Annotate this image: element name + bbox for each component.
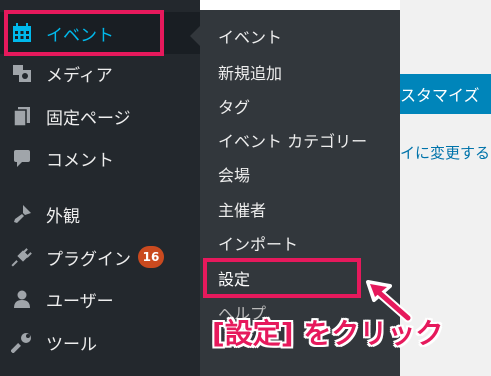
settings-highlight-box bbox=[203, 258, 361, 298]
update-count-badge: 16 bbox=[138, 246, 164, 268]
sidebar-item-tools[interactable]: ツール bbox=[0, 321, 200, 363]
submenu-item-organizers[interactable]: 主催者 bbox=[218, 197, 266, 221]
customize-button[interactable]: スタマイズ bbox=[400, 74, 491, 114]
sidebar-item-label: 固定ページ bbox=[46, 108, 131, 129]
sidebar-item-label: プラグイン bbox=[46, 249, 131, 270]
sidebar-item-users[interactable]: ユーザー bbox=[0, 278, 200, 320]
pages-icon bbox=[10, 104, 34, 128]
sidebar-item-appearance[interactable]: 外観 bbox=[0, 193, 200, 235]
media-icon bbox=[10, 61, 34, 85]
submenu-item-add-new[interactable]: 新規追加 bbox=[218, 60, 282, 84]
tools-icon bbox=[10, 330, 34, 354]
flyout-pointer bbox=[190, 26, 200, 46]
appearance-icon bbox=[10, 202, 34, 226]
sidebar-item-label: ツール bbox=[46, 334, 97, 355]
change-link[interactable]: イに変更する bbox=[400, 142, 490, 163]
submenu-item-all-events[interactable]: イベント bbox=[218, 24, 282, 48]
submenu-item-tags[interactable]: タグ bbox=[218, 94, 250, 118]
user-icon bbox=[10, 287, 34, 311]
submenu-item-event-categories[interactable]: イベント カテゴリー bbox=[218, 128, 367, 152]
sidebar-item-plugins[interactable]: プラグイン 16 bbox=[0, 236, 200, 278]
submenu-item-import[interactable]: インポート bbox=[218, 231, 298, 255]
sidebar-item-label: コメント bbox=[46, 150, 114, 171]
events-highlight-box bbox=[4, 10, 164, 56]
sidebar-item-media[interactable]: メディア bbox=[0, 52, 200, 94]
click-settings-annotation: [設定] をクリック bbox=[212, 317, 444, 350]
submenu-item-venues[interactable]: 会場 bbox=[218, 162, 250, 186]
sidebar-item-comments[interactable]: コメント bbox=[0, 137, 200, 179]
sidebar-item-label: 外観 bbox=[46, 206, 80, 227]
comment-icon bbox=[10, 146, 34, 170]
sidebar-item-label: ユーザー bbox=[46, 291, 114, 312]
sidebar-item-pages[interactable]: 固定ページ bbox=[0, 95, 200, 137]
customize-button-label: スタマイズ bbox=[400, 86, 480, 105]
plugin-icon bbox=[10, 245, 34, 269]
sidebar-item-label: メディア bbox=[46, 65, 113, 86]
admin-sidebar: イベント メディア 固定ページ コメント 外観 プラグイン 16 ユーザー ツー… bbox=[0, 0, 200, 376]
